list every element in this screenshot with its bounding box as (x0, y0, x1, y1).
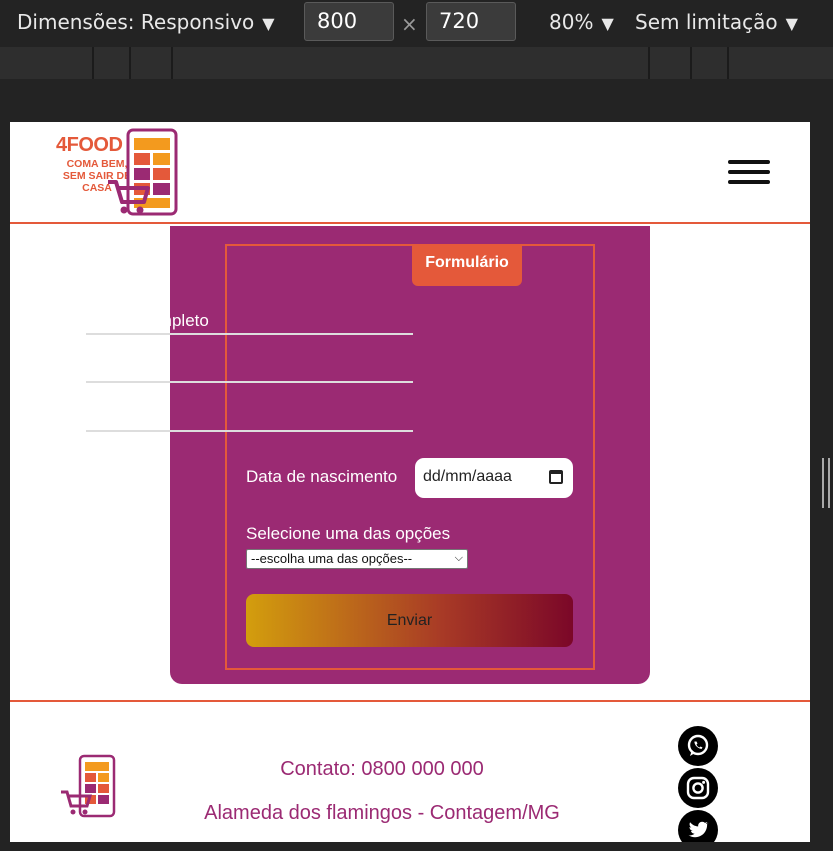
form-legend: Formulário (412, 244, 522, 286)
hamburger-bar (728, 180, 770, 184)
site-logo[interactable]: 4FOOD COMA BEM, SEM SAIR DE CASA (56, 128, 180, 216)
times-sign: × (401, 12, 418, 36)
cart-icon (108, 180, 150, 214)
ruler-divider (690, 47, 692, 79)
hamburger-icon[interactable] (728, 160, 770, 186)
zoom-dropdown[interactable]: 80% ▼ (549, 10, 614, 34)
submit-button[interactable]: Enviar (246, 594, 573, 647)
width-input[interactable]: 800 (304, 2, 394, 41)
chevron-down-icon: ▼ (601, 14, 614, 33)
birth-date-label: Data de nascimento (246, 467, 398, 486)
contact-address: Alameda dos flamingos - Contagem/MG (204, 802, 560, 824)
height-input[interactable]: 720 (426, 2, 516, 41)
ruler-divider (648, 47, 650, 79)
contact-phone: Contato: 0800 000 000 (280, 758, 484, 780)
ruler-divider (92, 47, 94, 79)
chevron-down-icon: ▼ (785, 14, 798, 33)
hamburger-bar (728, 160, 770, 164)
media-query-ruler (0, 47, 833, 79)
ruler-divider (129, 47, 131, 79)
hamburger-bar (728, 170, 770, 174)
devtools-toolbar: Dimensões: Responsivo ▼ 800 × 720 80% ▼ Se… (0, 0, 833, 44)
birth-date-input[interactable]: dd/mm/aaaa (415, 458, 573, 498)
emulated-viewport: 4FOOD COMA BEM, SEM SAIR DE CASA Formulá… (10, 122, 810, 842)
dimensions-dropdown[interactable]: Dimensões: Responsivo ▼ (17, 10, 275, 34)
site-header: 4FOOD COMA BEM, SEM SAIR DE CASA (10, 122, 810, 224)
zoom-label: 80% (549, 10, 594, 34)
chevron-down-icon: ⌵ (454, 552, 463, 564)
footer-divider (10, 700, 810, 702)
chevron-down-icon: ▼ (262, 14, 275, 33)
ruler-divider (727, 47, 729, 79)
date-placeholder: dd/mm/aaaa (423, 468, 512, 485)
name-input[interactable] (86, 305, 413, 335)
throttling-label: Sem limitação (635, 10, 778, 34)
options-select[interactable]: --escolha uma das opções-- ⌵ (246, 549, 468, 569)
options-selected-value: --escolha uma das opções-- (251, 551, 413, 566)
logo-brand: 4FOOD (56, 134, 123, 156)
phone-input[interactable] (86, 353, 413, 383)
throttling-dropdown[interactable]: Sem limitação ▼ (635, 10, 798, 34)
dimensions-label: Dimensões: Responsivo (17, 10, 255, 34)
whatsapp-icon[interactable] (678, 726, 718, 766)
options-label: Selecione uma das opções (246, 524, 451, 543)
twitter-icon[interactable] (678, 810, 718, 842)
resize-handle[interactable] (822, 458, 830, 508)
instagram-icon[interactable] (678, 768, 718, 808)
ruler-divider (171, 47, 173, 79)
calendar-icon[interactable] (549, 470, 563, 484)
email-input[interactable] (86, 402, 413, 432)
